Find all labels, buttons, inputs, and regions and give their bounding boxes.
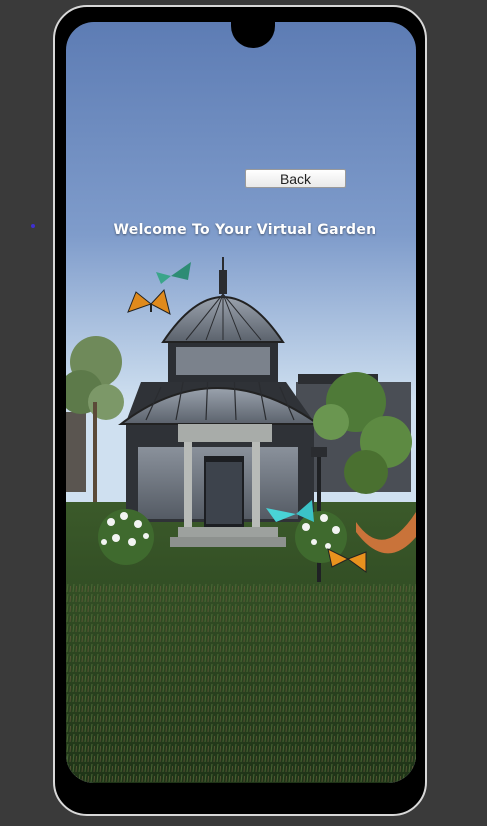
lawn-texture [66, 582, 416, 783]
cursor-dot [31, 224, 35, 228]
app-screen: Back Welcome To Your Virtual Garden [66, 22, 416, 783]
phone-frame: Back Welcome To Your Virtual Garden [53, 5, 427, 816]
flower-bush-icon [98, 509, 154, 565]
garden-scene [66, 22, 416, 783]
welcome-title: Welcome To Your Virtual Garden [113, 222, 377, 238]
back-button[interactable]: Back [245, 169, 346, 188]
